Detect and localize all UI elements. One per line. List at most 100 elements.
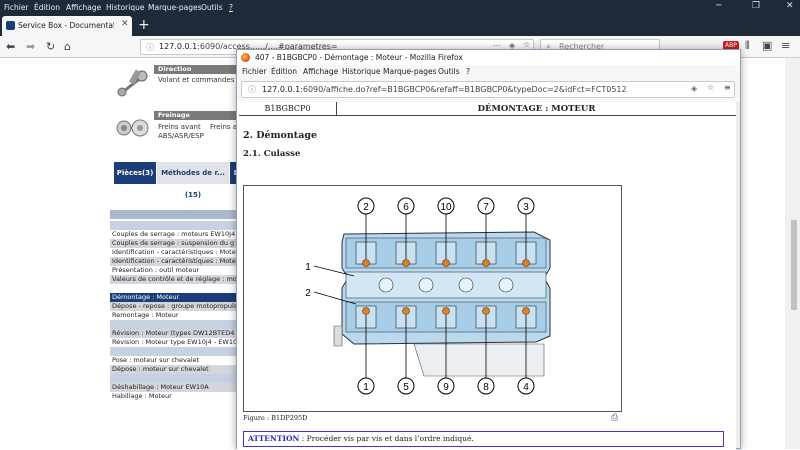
bookmark-star-icon[interactable]: ☆ xyxy=(707,83,714,92)
url-host: 127.0.0.1 xyxy=(159,42,198,51)
popup-titlebar: 407 - B1BGBCP0 - Démontage : Moteur - Mo… xyxy=(237,50,740,65)
popup-window: 407 - B1BGBCP0 - Démontage : Moteur - Mo… xyxy=(236,49,741,450)
method-list-item[interactable]: Révision : Moteur type EW10j4 - EW10 xyxy=(110,338,240,347)
menu-edition[interactable]: Édition xyxy=(34,3,60,12)
method-list-item[interactable]: Identification - caractéristiques : Mote… xyxy=(110,257,240,266)
outer-scrollbar-thumb[interactable] xyxy=(791,220,797,310)
outer-menubar: Fichier Édition Affichage Historique Mar… xyxy=(0,0,800,14)
hamburger-menu-icon[interactable]: ≡ xyxy=(724,83,731,92)
popup-url-bar[interactable]: ⓘ 127.0.0.1:6090/affiche.do?ref=B1BGBCP0… xyxy=(241,81,735,98)
popup-menu-historique[interactable]: Historique xyxy=(342,67,380,76)
doc-header-table: B1BGBCP0 DÉMONTAGE : MOTEUR xyxy=(239,102,736,116)
new-tab-icon[interactable]: + xyxy=(138,17,150,33)
callout-top-3: 10 xyxy=(440,202,452,213)
back-icon[interactable]: ⬅ xyxy=(6,40,15,53)
tab-title: Service Box - Documentation T xyxy=(18,21,114,30)
method-list-item[interactable]: Couples de serrage : moteurs EW10J4 xyxy=(110,230,240,239)
library-icon[interactable]: ⫴ xyxy=(745,39,750,53)
minimize-icon[interactable]: ─ xyxy=(716,1,721,11)
method-list-item[interactable]: Identification - caractéristiques : Mote… xyxy=(110,248,240,257)
popup-url-path: :6090/affiche.do?ref=B1BGBCP0&refaff=B1B… xyxy=(300,85,627,94)
favicon-icon xyxy=(6,21,15,30)
freins-avant-link[interactable]: Freins avant xyxy=(158,123,201,131)
browser-tab[interactable]: Service Box - Documentation T ✕ xyxy=(2,16,132,36)
freins-arriere-link[interactable]: Freins a xyxy=(210,123,237,131)
category-freinage-header[interactable]: Freinage xyxy=(154,111,240,120)
method-list-item[interactable]: Dépose : moteur sur chevalet xyxy=(110,365,240,374)
print-figure-icon[interactable]: ⎙ xyxy=(611,413,618,423)
pocket-icon[interactable]: ◈ xyxy=(691,84,697,93)
method-list-item[interactable]: Dépose - repose : groupe motopropuls xyxy=(110,302,240,311)
method-list-item[interactable]: Remontage : Moteur xyxy=(110,311,240,320)
popup-title: 407 - B1BGBCP0 - Démontage : Moteur - Mo… xyxy=(255,53,463,62)
method-list-group-header xyxy=(110,347,240,356)
figure-frame: 2 6 10 7 3 1 5 9 8 4 1 2 xyxy=(243,185,622,412)
menu-marque-pages[interactable]: Marque-pages xyxy=(148,3,202,12)
method-list-group-header xyxy=(110,210,240,219)
sidebar-icon[interactable]: ▣ xyxy=(762,39,772,52)
doc-code: B1BGBCP0 xyxy=(239,102,337,116)
popup-menubar: Fichier Édition Affichage Historique Mar… xyxy=(237,65,740,78)
attention-box: ATTENTION : Procéder vis par vis et dans… xyxy=(243,431,724,447)
attention-text: : Procéder vis par vis et dans l’ordre i… xyxy=(299,434,474,443)
method-list-group-header xyxy=(110,284,240,293)
section-heading: 2. Démontage xyxy=(243,130,318,141)
forward-icon[interactable]: ➡ xyxy=(26,40,35,53)
method-list-item[interactable]: Révision : Moteur (types DW12BTED4 xyxy=(110,329,240,338)
method-list-group-header xyxy=(110,374,240,383)
popup-url-host: 127.0.0.1 xyxy=(262,85,301,94)
method-list-item[interactable]: Démontage : Moteur xyxy=(110,293,240,302)
tab-methodes[interactable]: Méthodes de r...(15) xyxy=(157,162,229,199)
maximize-icon[interactable]: ❐ xyxy=(752,1,760,11)
home-icon[interactable]: ⌂ xyxy=(64,40,71,53)
info-icon[interactable]: ⓘ xyxy=(248,84,256,95)
tab-pieces[interactable]: Pièces(3) xyxy=(114,162,156,184)
callout-bottom-3: 9 xyxy=(443,382,449,393)
menu-help[interactable]: ? xyxy=(229,3,233,12)
info-icon[interactable]: ⓘ xyxy=(146,42,154,53)
figure-caption: Figure : B1DP295D xyxy=(243,414,308,422)
bookmark-star-icon[interactable]: ☆ xyxy=(523,40,530,49)
callout-bottom-5: 4 xyxy=(523,382,529,393)
callout-top-4: 7 xyxy=(483,202,489,213)
callout-bottom-2: 5 xyxy=(403,382,409,393)
hamburger-menu-icon[interactable]: ≡ xyxy=(781,39,790,52)
close-icon[interactable]: ✕ xyxy=(786,1,794,11)
category-direction-header[interactable]: Direction xyxy=(154,65,240,74)
popup-menu-outils[interactable]: Outils xyxy=(438,67,460,76)
firefox-icon xyxy=(241,53,250,62)
menu-fichier[interactable]: Fichier xyxy=(4,3,29,12)
category-direction-desc[interactable]: Volant et commandes s xyxy=(158,76,240,84)
popup-menu-edition[interactable]: Édition xyxy=(271,67,297,76)
popup-menu-marque-pages[interactable]: Marque-pages xyxy=(383,67,437,76)
cylinder-head-diagram: 2 6 10 7 3 1 5 9 8 4 1 2 xyxy=(305,197,551,395)
side-label-2: 2 xyxy=(305,288,311,299)
steering-part-image[interactable] xyxy=(114,64,152,102)
popup-scrollbar[interactable] xyxy=(736,102,740,448)
popup-menu-fichier[interactable]: Fichier xyxy=(242,67,267,76)
callout-top-1: 2 xyxy=(363,202,369,213)
method-list-item[interactable]: Habillage : Moteur xyxy=(110,392,240,401)
popup-document: B1BGBCP0 DÉMONTAGE : MOTEUR 2. Démontage… xyxy=(237,102,736,450)
subsection-heading: 2.1. Culasse xyxy=(243,149,301,159)
callout-top-5: 3 xyxy=(523,202,529,213)
method-list-item[interactable]: Pose : moteur sur chevalet xyxy=(110,356,240,365)
popup-menu-affichage[interactable]: Affichage xyxy=(303,67,338,76)
method-list-group-header xyxy=(110,221,240,230)
reload-icon[interactable]: ↻ xyxy=(46,40,55,53)
method-list-item[interactable]: Valeurs de contrôle et de réglage : moto xyxy=(110,275,240,284)
attention-label: ATTENTION xyxy=(248,434,300,443)
callout-top-2: 6 xyxy=(403,202,409,213)
brake-part-image[interactable] xyxy=(114,116,152,140)
menu-historique[interactable]: Historique xyxy=(106,3,144,12)
menu-outils[interactable]: Outils xyxy=(201,3,223,12)
method-list-item[interactable]: Couples de serrage : suspension du g xyxy=(110,239,240,248)
menu-affichage[interactable]: Affichage xyxy=(66,3,101,12)
side-label-1: 1 xyxy=(305,262,311,273)
method-list-group-header xyxy=(110,320,240,329)
popup-menu-help[interactable]: ? xyxy=(466,67,470,76)
method-list-item[interactable]: Déshabillage : Moteur EW10A xyxy=(110,383,240,392)
tab-close-icon[interactable]: ✕ xyxy=(121,19,129,29)
method-list-item[interactable]: Présentation : outil moteur xyxy=(110,266,240,275)
abs-link[interactable]: ABS/ASR/ESP xyxy=(158,132,204,140)
